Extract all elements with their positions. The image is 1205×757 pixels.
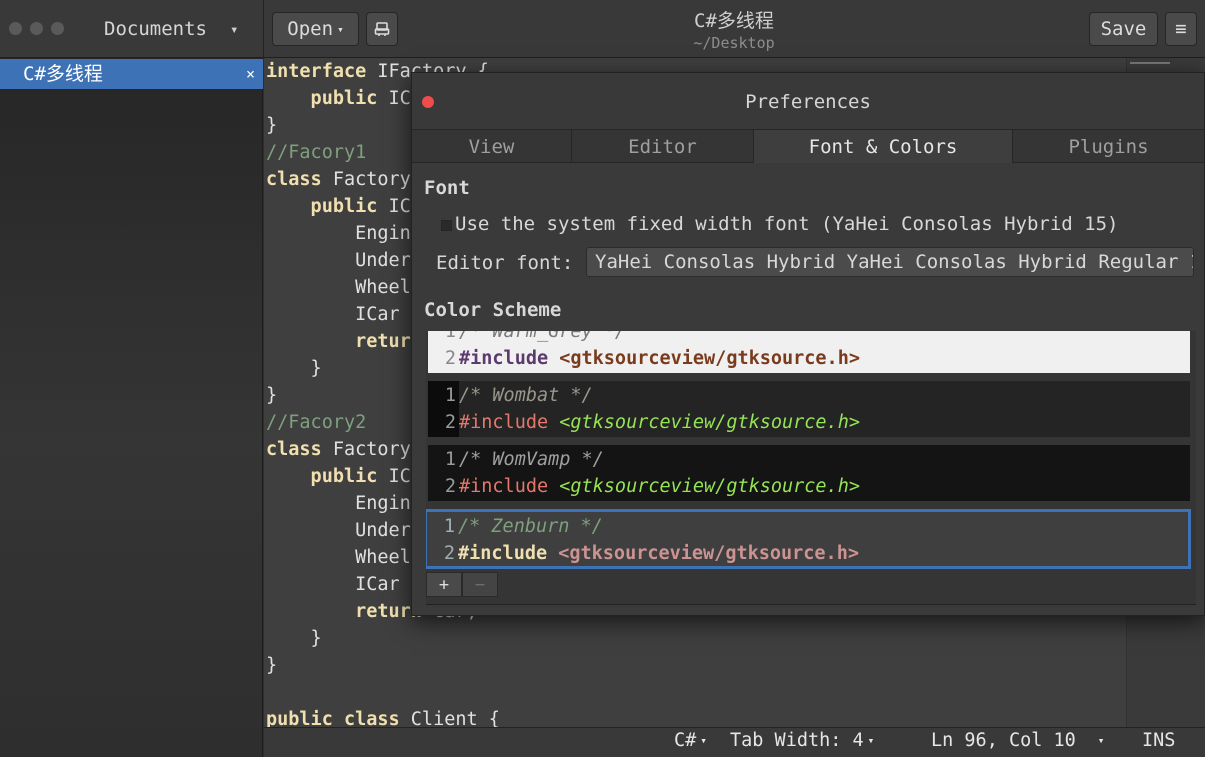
code-line: } (266, 358, 322, 379)
code-line: public IC (266, 88, 411, 109)
code-line: ICar (266, 574, 411, 595)
scheme-preview-line: 2 #include <gtksourceview/gtksource.h> (443, 543, 859, 564)
code-line: } (266, 628, 322, 649)
code-line: Under (266, 250, 411, 271)
color-scheme-item[interactable]: 1/* Warm_Grey */ 2 #include <gtksourceview… (428, 331, 1190, 373)
color-scheme-section-title: Color Scheme (424, 299, 562, 321)
cursor-position[interactable]: Ln 96, Col 10 ▾ (931, 730, 1104, 751)
code-line: //Facory1 (266, 142, 367, 163)
font-section-title: Font (424, 177, 470, 199)
color-scheme-list[interactable]: 1/* Warm_Grey */ 2 #include <gtksourceview… (426, 331, 1196, 605)
save-button[interactable]: Save (1089, 12, 1158, 46)
status-bar: C# ▾ Tab Width: 4 ▾ Ln 96, Col 10 ▾ INS (264, 727, 1205, 757)
scheme-preview-line: 2 #include <gtksourceview/gtksource.h> (444, 348, 860, 369)
window-maximize-dot[interactable] (51, 22, 64, 35)
scheme-preview-line: 1/* WomVamp */ (444, 449, 604, 470)
code-line: Wheel (266, 277, 411, 298)
code-line: Engin (266, 223, 411, 244)
code-line: retur (266, 331, 411, 352)
document-icon (374, 22, 390, 36)
open-button-label: Open (287, 18, 334, 40)
tab-font-colors[interactable]: Font & Colors (754, 130, 1013, 163)
preferences-tabs: View Editor Font & Colors Plugins (412, 129, 1204, 163)
code-line: public class Client { (266, 709, 500, 727)
code-line: Engin (266, 493, 411, 514)
new-document-button[interactable] (366, 12, 398, 46)
chevron-down-icon: ▾ (1097, 734, 1105, 747)
code-line: } (266, 115, 278, 136)
documents-sidebar: C#多线程 × (0, 58, 263, 757)
window-controls (9, 22, 64, 35)
documents-label[interactable]: Documents (104, 18, 207, 40)
code-line: public IC (266, 466, 411, 487)
chevron-down-icon: ▾ (867, 734, 875, 747)
chevron-down-icon: ▾ (337, 22, 344, 36)
scheme-preview-line: 2 #include <gtksourceview/gtksource.h> (444, 412, 860, 433)
code-line: public IC (266, 196, 411, 217)
header-divider (263, 0, 264, 58)
sidebar-item-label: C#多线程 (23, 63, 103, 85)
chevron-down-icon: ▾ (700, 734, 707, 747)
color-scheme-item[interactable]: 1/* WomVamp */ 2 #include <gtksourceview/g… (428, 445, 1190, 501)
scheme-preview-line: 1/* Wombat */ (444, 385, 593, 406)
code-line: class Factory (266, 439, 411, 460)
code-line: } (266, 655, 278, 676)
code-line: } (266, 385, 278, 406)
window-subtitle: ~/Desktop (693, 34, 775, 52)
color-scheme-item[interactable]: 1/* Zenburn */ 2 #include <gtksourceview/g… (426, 509, 1191, 569)
editor-font-label: Editor font: (436, 252, 574, 274)
color-scheme-item[interactable]: 1/* Wombat */ 2 #include <gtksourceview/gt… (428, 381, 1190, 437)
chevron-down-icon[interactable]: ▾ (230, 22, 238, 38)
code-line: //Facory2 (266, 412, 367, 433)
code-line: ICar (266, 304, 411, 325)
window-close-dot[interactable] (9, 22, 22, 35)
remove-scheme-button[interactable]: − (462, 572, 498, 597)
code-line: Under (266, 520, 411, 541)
sidebar-item-document[interactable]: C#多线程 × (0, 59, 263, 89)
editor-font-button[interactable]: YaHei Consolas Hybrid YaHei Consolas Hyb… (586, 247, 1194, 277)
code-line: Wheel (266, 547, 411, 568)
preferences-dialog: Preferences View Editor Font & Colors Pl… (411, 72, 1205, 616)
insert-mode[interactable]: INS (1142, 730, 1175, 751)
language-selector[interactable]: C# ▾ (674, 730, 707, 751)
add-scheme-button[interactable]: + (426, 572, 462, 597)
scheme-preview-line: 2 #include <gtksourceview/gtksource.h> (444, 476, 860, 497)
system-font-checkbox[interactable] (441, 220, 452, 231)
scheme-preview-line: 1/* Zenburn */ (443, 516, 603, 537)
hamburger-menu-icon[interactable]: ≡ (1165, 12, 1197, 46)
tab-editor[interactable]: Editor (572, 130, 754, 163)
open-button[interactable]: Open ▾ (272, 12, 359, 46)
tab-width-selector[interactable]: Tab Width: 4 ▾ (730, 730, 874, 751)
window-title: C#多线程 (694, 10, 774, 32)
header-bar: Documents ▾ Open ▾ C#多线程 ~/Desktop Save … (0, 0, 1205, 58)
scheme-toolbar: + − (426, 572, 498, 597)
tab-plugins[interactable]: Plugins (1013, 130, 1204, 163)
minimap-line (1130, 62, 1170, 64)
window-minimize-dot[interactable] (30, 22, 43, 35)
dialog-header: Preferences (412, 73, 1204, 129)
system-font-checkbox-label[interactable]: Use the system fixed width font (YaHei C… (455, 213, 1118, 235)
close-icon[interactable]: × (246, 59, 255, 89)
tab-view[interactable]: View (412, 130, 572, 163)
code-line: class Factory (266, 169, 411, 190)
dialog-title: Preferences (745, 91, 871, 113)
scheme-preview-line: 1/* Warm_Grey */ (444, 331, 627, 342)
